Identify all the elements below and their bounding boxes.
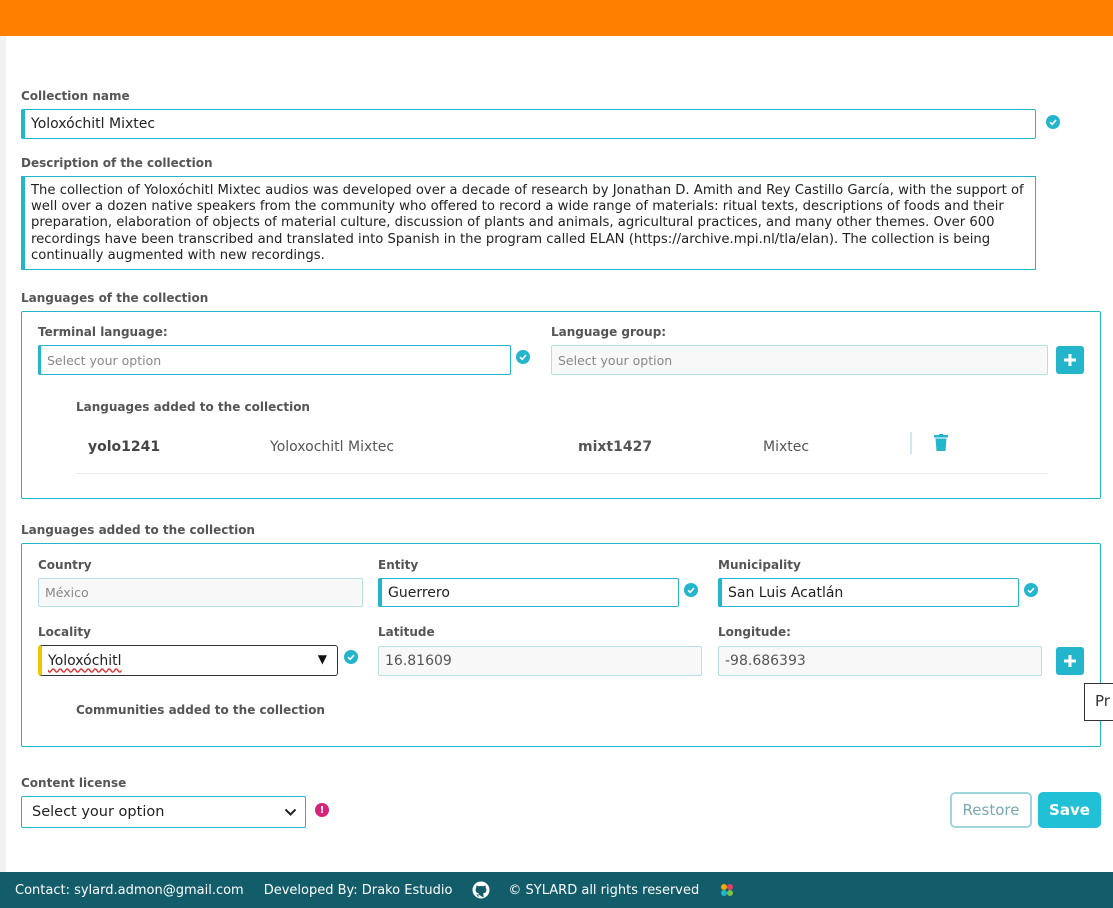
locality-select[interactable]: Yoloxóchitl ▼ [38,645,338,676]
entity-field[interactable]: Guerrero [378,578,679,607]
languages-section-label: Languages of the collection [21,291,209,305]
dropdown-arrow-icon: ▼ [317,652,327,666]
valid-check-icon [1046,115,1060,129]
top-bar [0,0,1113,36]
logo-icon [721,884,734,896]
tooltip: Pr [1084,683,1113,721]
entity-valid-check-icon [684,583,698,597]
entity-label: Entity [378,558,419,572]
language-code: yolo1241 [88,439,161,455]
add-community-button[interactable] [1056,647,1084,675]
terminal-language-select[interactable]: Select your option [38,345,511,375]
languages-panel: Terminal language: Select your option La… [21,311,1101,499]
footer-contact[interactable]: Contact: sylard.admon@gmail.com [15,883,244,898]
description-textarea[interactable]: The collection of Yoloxóchitl Mixtec aud… [21,176,1036,270]
communities-added-label: Communities added to the collection [76,703,325,717]
license-select[interactable]: Select your option [21,796,306,828]
group-name: Mixtec [763,439,810,455]
municipality-valid-check-icon [1024,583,1038,597]
plus-icon [1064,655,1076,667]
footer-developed[interactable]: Developed By: Drako Estudio [264,883,453,898]
municipality-label: Municipality [718,558,801,572]
save-button[interactable]: Save [1038,792,1101,828]
divider [910,432,912,454]
language-group-label: Language group: [551,325,667,339]
group-code: mixt1427 [578,439,653,455]
restore-button[interactable]: Restore [950,792,1032,828]
table-row: yolo1241 Yoloxochitl Mixtec mixt1427 Mix… [76,430,1048,474]
locality-valid-check-icon [344,650,358,664]
locations-section-label: Languages added to the collection [21,523,255,537]
locations-panel: Country México Entity Guerrero Municipal… [21,543,1101,747]
footer: Contact: sylard.admon@gmail.com Develope… [0,872,1113,908]
latitude-field[interactable]: 16.81609 [378,646,702,676]
longitude-field[interactable]: -98.686393 [718,646,1042,676]
latitude-label: Latitude [378,625,435,639]
locality-label: Locality [38,625,91,639]
plus-icon [1064,354,1076,366]
country-field[interactable]: México [38,578,363,607]
terminal-language-label: Terminal language: [38,325,168,339]
chevron-down-icon [284,808,297,816]
license-value: Select your option [32,804,165,820]
languages-added-label: Languages added to the collection [76,400,310,414]
left-edge [0,36,6,872]
warning-icon: ! [315,803,329,817]
github-icon[interactable] [472,881,490,899]
license-label: Content license [21,776,127,790]
trash-icon[interactable] [934,434,948,451]
locality-value: Yoloxóchitl [48,652,122,669]
country-label: Country [38,558,92,572]
footer-rights: © SYLARD all rights reserved [508,882,700,898]
longitude-label: Longitude: [718,625,791,639]
description-label: Description of the collection [21,156,213,170]
language-group-select[interactable]: Select your option [551,345,1048,375]
language-name: Yoloxochitl Mixtec [270,439,395,455]
collection-name-label: Collection name [21,89,130,103]
terminal-valid-check-icon [516,350,530,364]
collection-name-input[interactable]: Yoloxóchitl Mixtec [21,109,1036,139]
add-language-button[interactable] [1056,346,1084,374]
municipality-field[interactable]: San Luis Acatlán [718,578,1019,607]
